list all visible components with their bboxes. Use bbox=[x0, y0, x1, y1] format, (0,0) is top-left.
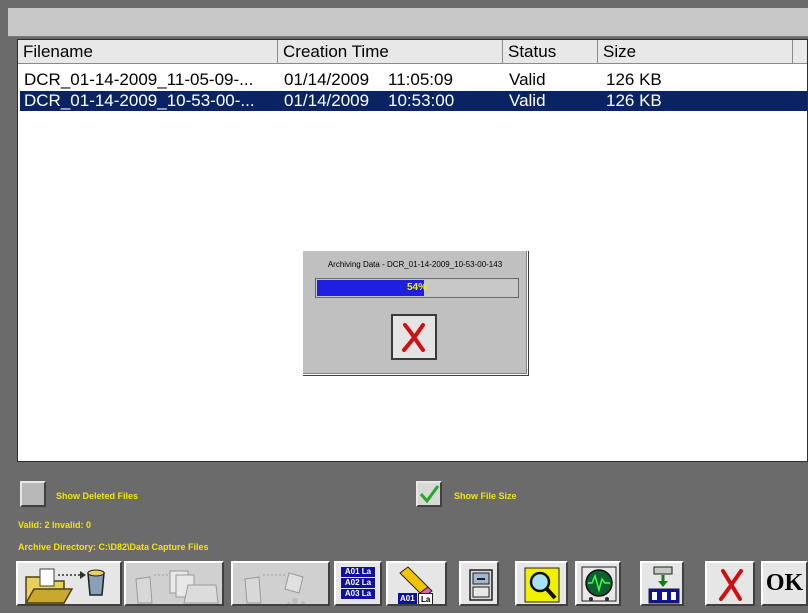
shred-files-icon bbox=[244, 572, 305, 604]
label-tag-2: A02 La bbox=[341, 578, 375, 588]
show-deleted-files-label: Show Deleted Files bbox=[56, 491, 139, 501]
row-date: 01/14/2009 bbox=[284, 91, 370, 110]
table-row[interactable]: DCR_01-14-2009_11-05-09-... 01/14/2009 1… bbox=[20, 70, 807, 90]
column-header: Filename Creation Time Status Size bbox=[18, 40, 807, 65]
search-button[interactable] bbox=[515, 561, 568, 606]
row-time: 11:05:09 bbox=[388, 70, 453, 89]
row-size: 126 KB bbox=[606, 70, 662, 89]
ok-label: OK bbox=[765, 570, 804, 596]
download-to-device-icon bbox=[648, 566, 680, 604]
file-cabinet-button[interactable] bbox=[459, 561, 499, 606]
copy-files-button[interactable] bbox=[124, 561, 224, 606]
checkmark-icon bbox=[419, 485, 440, 504]
archive-folder-icon bbox=[24, 568, 105, 604]
row-status: Valid bbox=[509, 91, 546, 110]
row-filename: DCR_01-14-2009_10-53-00-... bbox=[24, 91, 255, 110]
archiving-progress-dialog: Archiving Data - DCR_01-14-2009_10-53-00… bbox=[302, 250, 528, 375]
row-time: 10:53:00 bbox=[388, 91, 455, 110]
progress-bar: 54% bbox=[315, 278, 519, 298]
archive-to-folder-button[interactable] bbox=[16, 561, 122, 606]
file-counts: Valid: 2 Invalid: 0 bbox=[18, 520, 92, 530]
red-x-icon bbox=[402, 323, 425, 352]
copy-to-folder-icon bbox=[135, 570, 219, 604]
label-tag-3: A03 La bbox=[341, 589, 375, 599]
magnifier-icon bbox=[524, 567, 560, 603]
label-list-button[interactable]: A01 La A02 La A03 La bbox=[334, 561, 382, 606]
row-status: Valid bbox=[509, 70, 546, 89]
row-filename: DCR_01-14-2009_11-05-09-... bbox=[24, 70, 254, 89]
column-status[interactable]: Status bbox=[503, 40, 598, 64]
label-tag-la: La bbox=[418, 593, 434, 604]
show-file-size-label: Show File Size bbox=[454, 491, 517, 501]
progress-percent: 54% bbox=[406, 282, 427, 293]
table-row-selected[interactable]: DCR_01-14-2009_10-53-00-... 01/14/2009 1… bbox=[20, 91, 807, 111]
label-tag-1: A01 La bbox=[341, 567, 375, 577]
delete-files-button[interactable] bbox=[231, 561, 330, 606]
ok-button[interactable]: OK bbox=[761, 561, 808, 606]
file-cabinet-icon bbox=[469, 569, 493, 601]
row-date: 01/14/2009 bbox=[284, 70, 370, 89]
row-size: 126 KB bbox=[606, 91, 662, 110]
download-button[interactable] bbox=[640, 561, 684, 606]
archive-directory: Archive Directory: C:\D82\Data Capture F… bbox=[18, 542, 209, 552]
title-bar bbox=[8, 8, 808, 37]
column-creation-time[interactable]: Creation Time bbox=[278, 40, 503, 64]
waveform-icon bbox=[581, 566, 617, 602]
column-size[interactable]: Size bbox=[598, 40, 793, 64]
column-filename[interactable]: Filename bbox=[18, 40, 278, 64]
cancel-button[interactable] bbox=[705, 561, 755, 606]
label-tag-a01: A01 bbox=[398, 593, 417, 604]
label-tag-icon: A01 La A02 La A03 La bbox=[341, 567, 375, 599]
erase-label-button[interactable]: A01 La bbox=[386, 561, 447, 606]
show-file-size-checkbox[interactable] bbox=[416, 481, 442, 507]
cancel-archive-button[interactable] bbox=[391, 314, 437, 360]
dialog-title: Archiving Data - DCR_01-14-2009_10-53-00… bbox=[327, 260, 503, 269]
view-waveform-button[interactable] bbox=[575, 561, 621, 606]
show-deleted-files-checkbox[interactable] bbox=[20, 481, 46, 507]
red-x-icon bbox=[719, 569, 743, 601]
column-filler bbox=[793, 40, 807, 64]
